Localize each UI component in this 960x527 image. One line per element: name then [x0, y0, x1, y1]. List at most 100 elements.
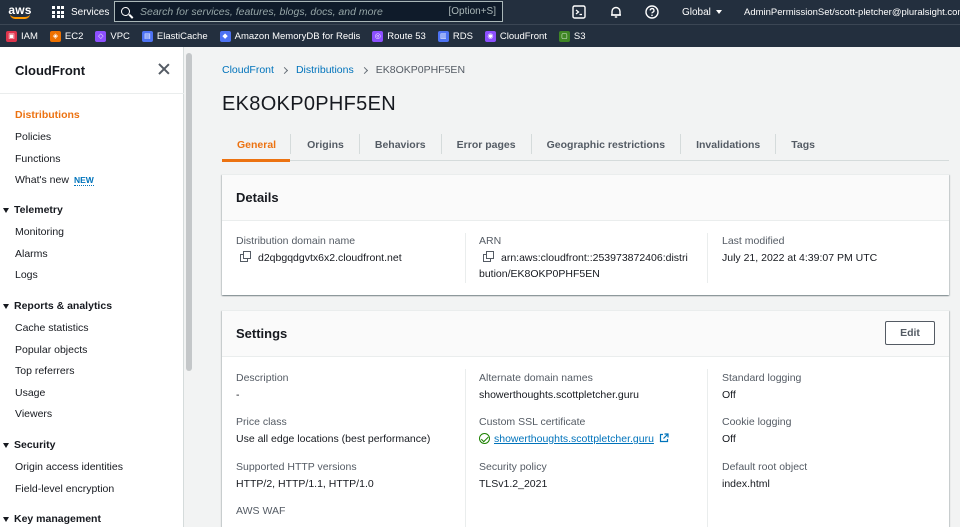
last-modified-value: July 21, 2022 at 4:39:07 PM UTC: [722, 252, 878, 264]
favorite-elasticache[interactable]: ▤ ElastiCache: [141, 30, 208, 42]
new-badge: NEW: [73, 175, 94, 186]
page-title: EK8OKP0PHF5EN: [222, 93, 396, 115]
tab-error-pages[interactable]: Error pages: [442, 128, 531, 161]
cookie-logging-value: Off: [722, 433, 736, 445]
sidebar-section-telemetry[interactable]: Telemetry: [3, 204, 63, 216]
copy-icon[interactable]: [240, 251, 251, 262]
sidebar-item-cache-statistics[interactable]: Cache statistics: [15, 322, 89, 334]
search-input[interactable]: [140, 5, 449, 18]
price-class-label: Price class: [236, 416, 287, 428]
sidebar-section-key-management[interactable]: Key management: [3, 513, 101, 525]
bell-icon[interactable]: [608, 4, 624, 20]
details-panel: Details Distribution domain name d2qbgqd…: [222, 174, 949, 295]
price-class-value: Use all edge locations (best performance…: [236, 433, 431, 445]
standard-logging-value: Off: [722, 389, 736, 401]
tab-geographic-restrictions[interactable]: Geographic restrictions: [532, 128, 680, 161]
ssl-certificate-link[interactable]: showerthoughts.scottpletcher.guru: [494, 433, 654, 445]
default-root-object-value: index.html: [722, 478, 770, 490]
aws-logo[interactable]: aws: [2, 0, 38, 24]
details-title: Details: [236, 190, 279, 205]
ec2-service-icon: ◈: [49, 30, 61, 42]
status-check-icon: [479, 433, 490, 444]
chevron-right-icon: [280, 66, 288, 74]
memorydb-service-icon: ◆: [219, 30, 231, 42]
security-policy-value: TLSv1.2_2021: [479, 478, 548, 490]
sidebar-item-origin-access-identities[interactable]: Origin access identities: [15, 461, 123, 473]
alternate-domain-value: showerthoughts.scottpletcher.guru: [479, 389, 639, 401]
copy-icon[interactable]: [483, 251, 494, 262]
cloudfront-service-icon: ◉: [484, 30, 496, 42]
s3-service-icon: ▢: [558, 30, 570, 42]
account-label: AdminPermissionSet/scott-pletcher@plural…: [744, 6, 960, 18]
region-selector[interactable]: Global: [682, 0, 722, 24]
breadcrumb-current: EK8OKP0PHF5EN: [375, 64, 466, 76]
sidebar-item-functions[interactable]: Functions: [15, 153, 61, 165]
search-shortcut-hint: [Option+S]: [448, 6, 496, 17]
sidebar-section-reports[interactable]: Reports & analytics: [3, 300, 112, 312]
settings-header: Settings Edit: [222, 311, 949, 357]
search-icon: [121, 7, 130, 16]
settings-title: Settings: [236, 326, 288, 341]
external-link-icon[interactable]: [659, 433, 669, 443]
sidebar-item-policies[interactable]: Policies: [15, 131, 51, 143]
domain-name-value[interactable]: d2qbgqdgvtx6x2.cloudfront.net: [240, 251, 402, 264]
breadcrumb: CloudFront Distributions EK8OKP0PHF5EN: [222, 64, 465, 76]
ssl-certificate-label: Custom SSL certificate: [479, 416, 586, 428]
column-divider: [707, 369, 708, 527]
caret-down-icon: [3, 303, 9, 309]
edit-button[interactable]: Edit: [885, 321, 935, 345]
favorite-s3[interactable]: ▢ S3: [558, 30, 586, 42]
sidebar-item-alarms[interactable]: Alarms: [15, 248, 48, 260]
sidebar-scrollbar[interactable]: [186, 47, 192, 527]
favorite-rds[interactable]: ▥ RDS: [437, 30, 473, 42]
alternate-domain-label: Alternate domain names: [479, 372, 593, 384]
sidebar-item-popular-objects[interactable]: Popular objects: [15, 344, 87, 356]
tab-origins[interactable]: Origins: [291, 128, 359, 161]
sidebar-item-usage[interactable]: Usage: [15, 387, 45, 399]
sidebar-item-viewers[interactable]: Viewers: [15, 408, 52, 420]
rds-service-icon: ▥: [437, 30, 449, 42]
ssl-certificate-value[interactable]: showerthoughts.scottpletcher.guru: [479, 433, 669, 445]
tab-behaviors[interactable]: Behaviors: [360, 128, 441, 161]
services-label: Services: [71, 6, 110, 18]
favorite-route53[interactable]: ◎ Route 53: [372, 30, 426, 42]
tab-invalidations[interactable]: Invalidations: [681, 128, 775, 161]
global-search-box[interactable]: [Option+S]: [114, 1, 503, 22]
arn-value-line2: bution/EK8OKP0PHF5EN: [479, 268, 600, 280]
aws-waf-label: AWS WAF: [236, 505, 286, 517]
services-menu-button[interactable]: Services: [52, 0, 109, 24]
favorites-bar: ▣ IAM ◈ EC2 ◇ VPC ▤ ElastiCache ◆ Amazon Memo…: [0, 24, 960, 47]
tab-general[interactable]: General: [222, 128, 291, 162]
favorite-memorydb[interactable]: ◆ Amazon MemoryDB for Redis: [219, 30, 360, 42]
sidebar-item-distributions[interactable]: Distributions: [15, 109, 80, 121]
sidebar-item-whats-new[interactable]: What's new NEW: [15, 174, 94, 186]
account-menu[interactable]: AdminPermissionSet/scott-pletcher@plural…: [744, 0, 960, 24]
elasticache-service-icon: ▤: [141, 30, 153, 42]
caret-down-icon: [3, 516, 9, 522]
favorite-cloudfront[interactable]: ◉ CloudFront: [484, 30, 547, 42]
grid-icon: [52, 6, 64, 18]
top-navigation-bar: aws Services [Option+S] Global AdminPerm…: [0, 0, 960, 24]
scrollbar-thumb[interactable]: [186, 53, 192, 371]
sidebar-title[interactable]: CloudFront: [15, 63, 85, 78]
cloudshell-icon[interactable]: [571, 4, 587, 20]
column-divider: [465, 369, 466, 527]
breadcrumb-distributions[interactable]: Distributions: [296, 64, 354, 76]
help-icon[interactable]: [644, 4, 660, 20]
arn-value-line1[interactable]: arn:aws:cloudfront::253973872406:distri: [483, 251, 688, 264]
column-divider: [465, 233, 466, 283]
favorite-vpc[interactable]: ◇ VPC: [95, 30, 130, 42]
sidebar-item-top-referrers[interactable]: Top referrers: [15, 365, 75, 377]
sidebar-item-logs[interactable]: Logs: [15, 269, 38, 281]
favorite-ec2[interactable]: ◈ EC2: [49, 30, 83, 42]
chevron-right-icon: [360, 66, 368, 74]
caret-down-icon: [715, 10, 722, 14]
region-label: Global: [682, 6, 711, 18]
sidebar-item-monitoring[interactable]: Monitoring: [15, 226, 64, 238]
tab-tags[interactable]: Tags: [776, 128, 830, 161]
close-icon[interactable]: [158, 63, 170, 75]
favorite-iam[interactable]: ▣ IAM: [6, 30, 38, 42]
sidebar-item-field-level-encryption[interactable]: Field-level encryption: [15, 483, 114, 495]
sidebar-section-security[interactable]: Security: [3, 439, 55, 451]
breadcrumb-cloudfront[interactable]: CloudFront: [222, 64, 274, 76]
